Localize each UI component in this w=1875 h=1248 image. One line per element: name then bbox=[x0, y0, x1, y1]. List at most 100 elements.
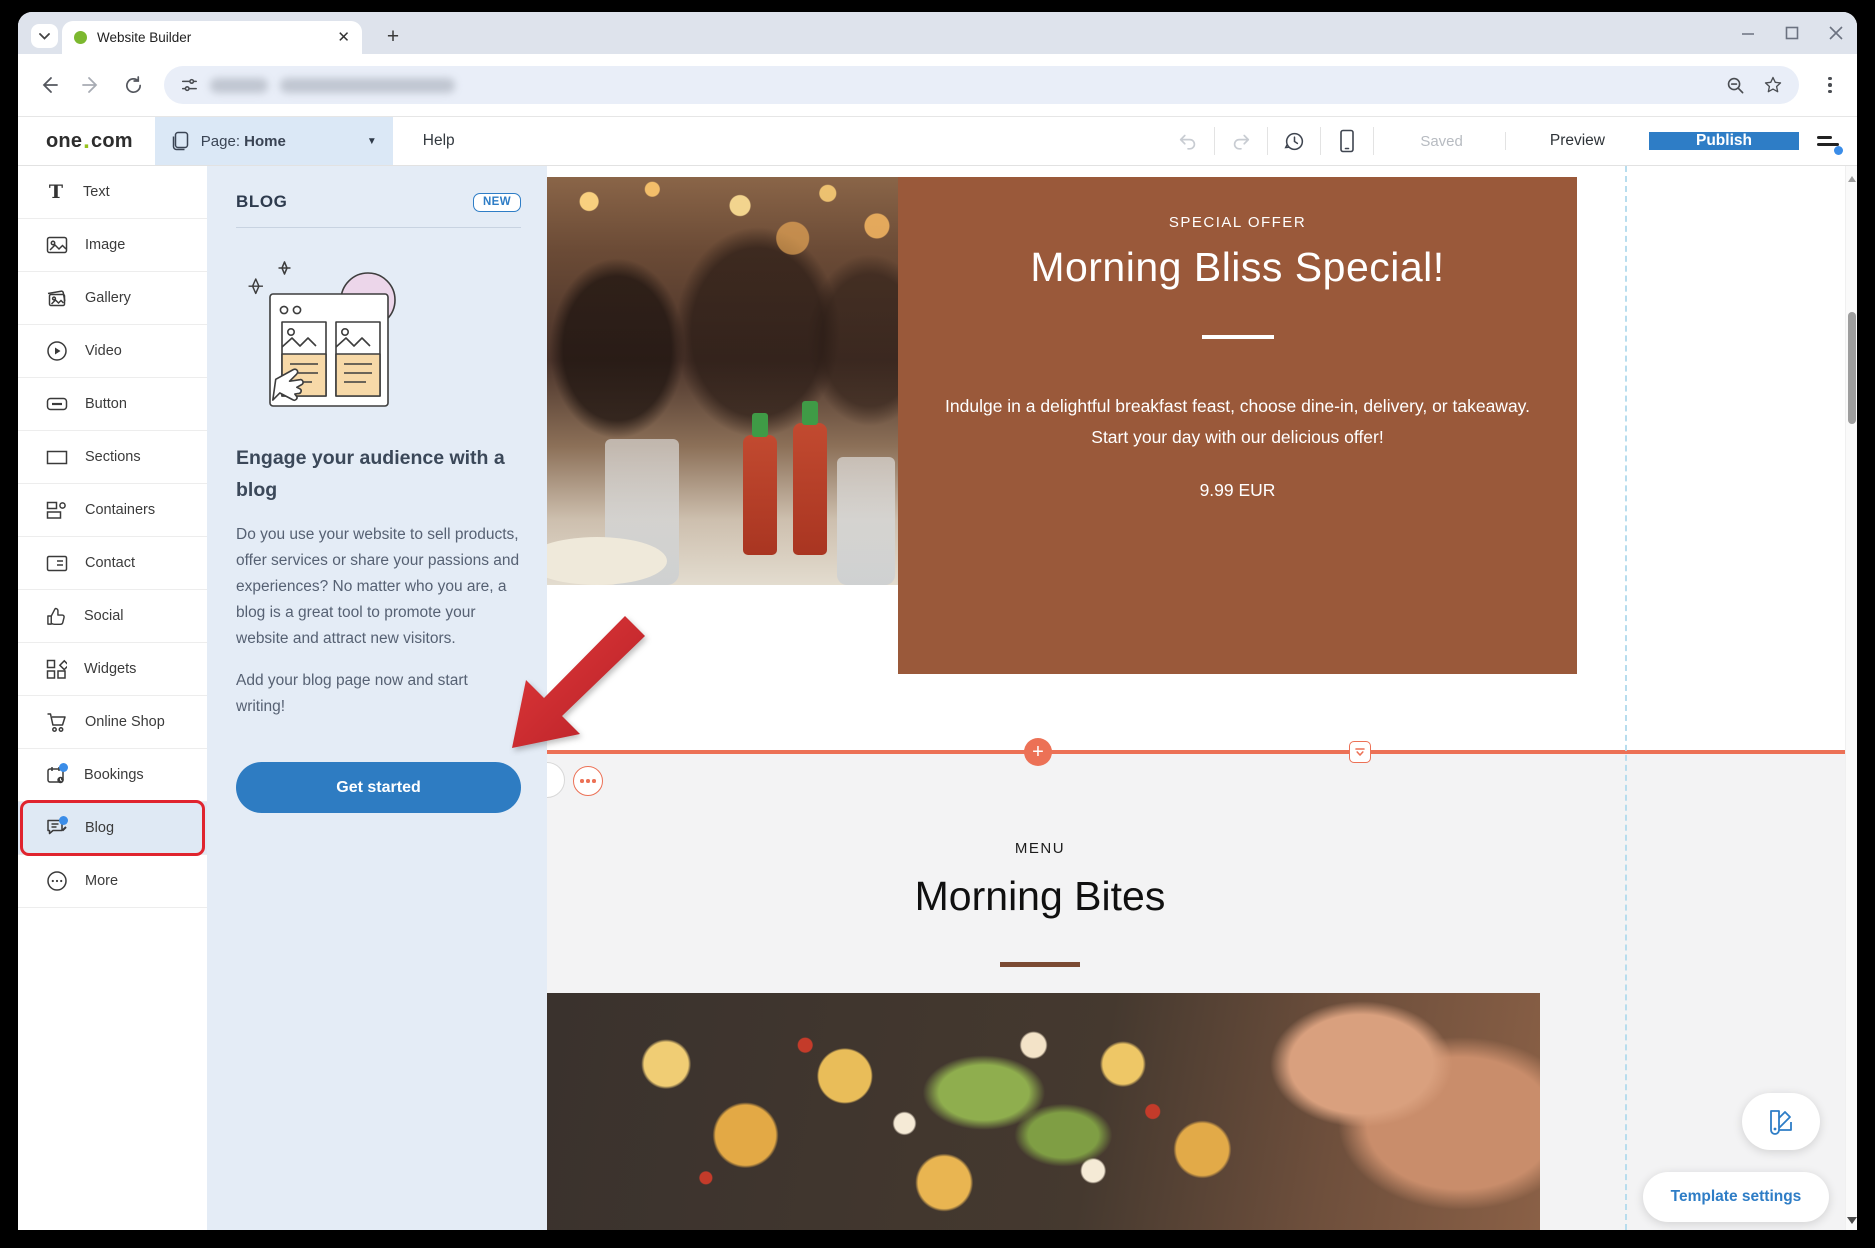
panel-divider bbox=[236, 227, 521, 228]
close-icon[interactable] bbox=[1829, 26, 1843, 40]
bookmark-star-icon[interactable] bbox=[1763, 75, 1783, 95]
sidebar-item-bookings[interactable]: Bookings bbox=[18, 749, 207, 802]
scroll-down-arrow[interactable] bbox=[1846, 1214, 1857, 1226]
back-button[interactable] bbox=[32, 68, 66, 102]
undo-button[interactable] bbox=[1166, 130, 1210, 152]
site-settings-icon[interactable] bbox=[180, 76, 198, 94]
panel-paragraph-1: Do you use your website to sell products… bbox=[236, 522, 521, 652]
tab-search-button[interactable] bbox=[31, 24, 58, 48]
contact-icon bbox=[46, 555, 68, 572]
mobile-preview-button[interactable] bbox=[1325, 129, 1369, 153]
sidebar-item-video[interactable]: Video bbox=[18, 325, 207, 378]
color-swatch-icon bbox=[1766, 1108, 1796, 1136]
template-settings-button[interactable]: Template settings bbox=[1643, 1172, 1829, 1222]
button-icon bbox=[46, 397, 68, 411]
nachos-photo[interactable] bbox=[547, 993, 1540, 1230]
widgets-icon bbox=[46, 659, 67, 680]
builder-toolbar: one.com Page: Home ▼ Help bbox=[18, 116, 1857, 166]
new-feature-dot bbox=[59, 816, 68, 825]
tab-close-icon[interactable]: ✕ bbox=[337, 30, 350, 45]
restaurant-photo[interactable] bbox=[547, 177, 898, 585]
preview-button[interactable]: Preview bbox=[1505, 132, 1649, 150]
address-bar[interactable] bbox=[164, 66, 1799, 104]
screenshot-root: Website Builder ✕ + bbox=[0, 0, 1875, 1248]
editor-canvas: SPECIAL OFFER Morning Bliss Special! Ind… bbox=[547, 166, 1845, 1230]
browser-menu-button[interactable] bbox=[1817, 77, 1843, 94]
browser-tab[interactable]: Website Builder ✕ bbox=[62, 21, 362, 54]
thumbs-up-icon bbox=[46, 606, 67, 627]
maximize-icon[interactable] bbox=[1785, 26, 1799, 40]
scroll-up-arrow[interactable] bbox=[1847, 174, 1857, 184]
sidebar-item-online-shop[interactable]: Online Shop bbox=[18, 696, 207, 749]
get-started-button[interactable]: Get started bbox=[236, 762, 521, 813]
menu-divider bbox=[1000, 962, 1080, 967]
add-section-button[interactable]: + bbox=[1024, 738, 1052, 766]
sidebar-item-containers[interactable]: Containers bbox=[18, 484, 207, 537]
sidebar-item-image[interactable]: Image bbox=[18, 219, 207, 272]
notification-dot bbox=[1834, 146, 1843, 155]
browser-navbar bbox=[18, 54, 1857, 116]
window-controls bbox=[1741, 12, 1843, 54]
publish-button[interactable]: Publish bbox=[1649, 132, 1799, 150]
section-boundary-line bbox=[547, 750, 1845, 754]
sidebar-item-widgets[interactable]: Widgets bbox=[18, 643, 207, 696]
cart-icon bbox=[46, 712, 68, 733]
gallery-icon bbox=[46, 288, 68, 309]
reload-button[interactable] bbox=[116, 68, 150, 102]
scrollbar-thumb[interactable] bbox=[1848, 312, 1856, 424]
chevron-down-icon: ▼ bbox=[367, 136, 377, 147]
sidebar-item-text[interactable]: T Text bbox=[18, 166, 207, 219]
pages-icon bbox=[171, 131, 190, 152]
redacted-url-segment bbox=[210, 78, 268, 93]
special-offer-section[interactable]: SPECIAL OFFER Morning Bliss Special! Ind… bbox=[898, 177, 1577, 674]
svg-text:T: T bbox=[49, 182, 63, 202]
offer-title: Morning Bliss Special! bbox=[898, 244, 1577, 291]
sidebar-item-button[interactable]: Button bbox=[18, 378, 207, 431]
new-feature-dot bbox=[59, 763, 68, 772]
blog-illustration bbox=[240, 252, 410, 420]
chevron-down-icon bbox=[39, 33, 50, 40]
offer-price: 9.99 EUR bbox=[898, 480, 1577, 501]
zoom-out-icon[interactable] bbox=[1726, 76, 1745, 95]
sidebar-item-blog[interactable]: Blog bbox=[18, 802, 207, 855]
blog-panel: BLOG NEW bbox=[207, 166, 547, 1230]
containers-icon bbox=[46, 501, 68, 520]
redo-button[interactable] bbox=[1219, 130, 1263, 152]
text-icon: T bbox=[46, 182, 66, 202]
video-icon bbox=[46, 340, 68, 362]
more-icon bbox=[46, 870, 68, 892]
forward-button[interactable] bbox=[74, 68, 108, 102]
builder-menu-button[interactable] bbox=[1799, 132, 1857, 150]
menu-section[interactable]: MENU Morning Bites bbox=[547, 754, 1845, 1230]
minimize-icon[interactable] bbox=[1741, 26, 1755, 40]
panel-heading: Engage your audience with a blog bbox=[236, 442, 521, 506]
page-selector[interactable]: Page: Home ▼ bbox=[155, 117, 393, 165]
image-icon bbox=[46, 235, 68, 255]
tab-favicon bbox=[74, 31, 87, 44]
sidebar-item-contact[interactable]: Contact bbox=[18, 537, 207, 590]
section-options-button[interactable] bbox=[573, 766, 603, 796]
browser-titlebar: Website Builder ✕ + bbox=[18, 12, 1857, 54]
onecom-logo: one.com bbox=[18, 117, 133, 165]
style-swatch-button[interactable] bbox=[1742, 1093, 1820, 1150]
version-history-button[interactable] bbox=[1272, 130, 1316, 153]
sidebar-item-social[interactable]: Social bbox=[18, 590, 207, 643]
canvas-scrollbar[interactable] bbox=[1845, 166, 1857, 1230]
panel-paragraph-2: Add your blog page now and start writing… bbox=[236, 668, 521, 720]
redacted-url-segment bbox=[280, 78, 455, 93]
help-button[interactable]: Help bbox=[393, 117, 485, 165]
sidebar-item-sections[interactable]: Sections bbox=[18, 431, 207, 484]
new-tab-button[interactable]: + bbox=[378, 22, 408, 52]
menu-kicker: MENU bbox=[547, 840, 1533, 857]
element-sidebar: T Text Image Gallery Video Button bbox=[18, 166, 207, 1230]
offer-divider bbox=[1202, 335, 1274, 339]
save-status: Saved bbox=[1378, 133, 1505, 150]
section-collapse-button[interactable] bbox=[1349, 741, 1371, 763]
sidebar-item-more[interactable]: More bbox=[18, 855, 207, 908]
browser-window: Website Builder ✕ + bbox=[18, 12, 1857, 1230]
sections-icon bbox=[46, 450, 68, 465]
panel-title: BLOG bbox=[236, 192, 288, 212]
new-badge: NEW bbox=[473, 193, 521, 212]
tab-title: Website Builder bbox=[97, 30, 327, 45]
sidebar-item-gallery[interactable]: Gallery bbox=[18, 272, 207, 325]
